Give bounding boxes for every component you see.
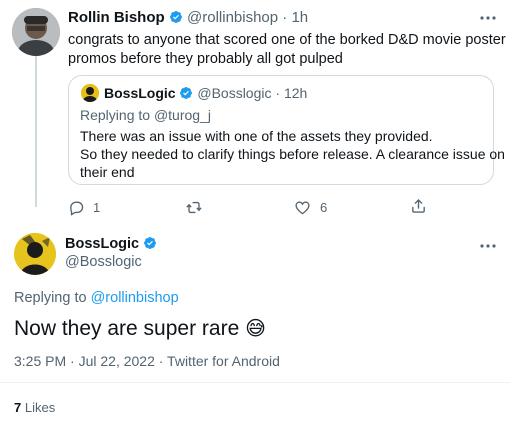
quoted-tweet-time: · 12h: [275, 85, 308, 101]
tweet-text-line: promos before they probably all got pulp…: [68, 51, 343, 67]
tweet-time[interactable]: · 1h: [282, 9, 308, 26]
retweet-icon: [186, 201, 202, 213]
heart-icon: [295, 201, 310, 214]
quoted-text-line: There was an issue with one of the asset…: [80, 128, 433, 144]
likes-label: Likes: [21, 400, 56, 415]
avatar-rollin-bishop[interactable]: [12, 8, 60, 56]
like-count: 6: [320, 199, 328, 215]
verified-badge-icon: [144, 237, 157, 249]
like-button[interactable]: 6: [294, 198, 327, 216]
parent-tweet-text: congrats to anyone that scored one of th…: [68, 31, 506, 69]
more-options-icon[interactable]: [478, 8, 498, 28]
share-button[interactable]: [410, 197, 427, 215]
tweet-meta[interactable]: 3:25 PM · Jul 22, 2022 · Twitter for And…: [14, 353, 280, 369]
main-tweet-text: Now they are super rare 😅: [14, 316, 266, 342]
tweet-body: Now they are super rare: [14, 317, 240, 340]
share-icon: [412, 199, 425, 213]
grinning-sweat-emoji: 😅: [245, 318, 266, 340]
reply-icon: [70, 201, 84, 216]
replying-prefix: Replying to: [14, 290, 91, 306]
parent-tweet-header: Rollin Bishop @rollinbishop · 1h: [68, 9, 308, 26]
author-handle[interactable]: @rollinbishop: [187, 9, 278, 26]
more-options-icon[interactable]: [478, 236, 498, 256]
tweet-text-line: congrats to anyone that scored one of th…: [68, 32, 506, 48]
author-name[interactable]: BossLogic: [65, 236, 139, 252]
avatar-bosslogic-small: [81, 84, 99, 102]
reply-count: 1: [93, 199, 101, 215]
quoted-text-line: their end: [80, 164, 135, 180]
reply-button[interactable]: 1: [68, 198, 100, 216]
author-handle[interactable]: @Bosslogic: [65, 253, 157, 271]
divider: [0, 382, 510, 383]
quoted-replying-to: Replying to @turog_j: [80, 107, 211, 123]
thread-line: [35, 55, 37, 207]
avatar-bosslogic[interactable]: [14, 233, 56, 275]
avatar-portrait-icon: [14, 233, 56, 275]
replying-handle-link[interactable]: @rollinbishop: [91, 290, 179, 306]
author-name[interactable]: Rollin Bishop: [68, 9, 165, 26]
main-replying-to: Replying to @rollinbishop: [14, 290, 179, 306]
retweet-button[interactable]: [185, 198, 203, 216]
quoted-tweet-text: There was an issue with one of the asset…: [80, 127, 505, 181]
verified-badge-icon: [180, 87, 193, 99]
replying-handle: @turog_j: [153, 107, 211, 123]
main-tweet-author: BossLogic @Bosslogic: [65, 235, 157, 271]
likes-summary[interactable]: 7 Likes: [14, 400, 55, 415]
quoted-text-line: So they needed to clarify things before …: [80, 146, 505, 162]
quoted-author-handle: @Bosslogic: [197, 85, 272, 101]
verified-badge-icon: [169, 11, 182, 23]
quoted-author-name: BossLogic: [104, 85, 176, 101]
avatar-portrait-icon: [12, 8, 60, 56]
replying-prefix: Replying to: [80, 107, 154, 123]
quoted-tweet-header: BossLogic @Bosslogic · 12h: [104, 85, 307, 101]
